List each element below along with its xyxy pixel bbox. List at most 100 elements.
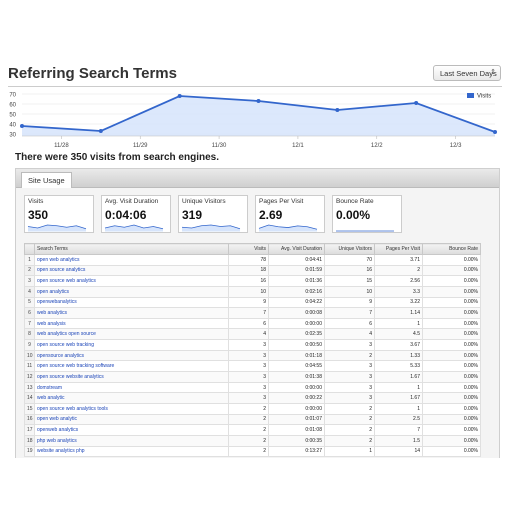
row-index: 10 [24, 349, 35, 362]
visits-cell: 3 [228, 360, 269, 373]
search-visits-summary: There were 350 visits from search engine… [15, 152, 219, 163]
unique-visitors-cell: 3 [324, 360, 375, 373]
table-row: 1 open web analytics 78 0:04:41 70 3.71 0.00% [24, 254, 481, 266]
visits-cell: 18 [228, 264, 269, 277]
metric-label: Unique Visitors [182, 198, 226, 205]
metric-value: 319 [182, 208, 203, 222]
pages-per-visit-cell: 1.67 [374, 371, 423, 383]
pages-per-visit-cell: 2.5 [374, 413, 423, 426]
column-header-bounce-rate[interactable]: Bounce Rate [422, 243, 481, 255]
unique-visitors-cell: 6 [324, 317, 375, 330]
search-term-link[interactable]: web analytic [37, 395, 65, 401]
search-term-link[interactable]: open source analytics [37, 267, 85, 273]
x-tick-label: 11/30 [212, 143, 227, 148]
metric-sparkline [336, 230, 394, 232]
avg-visit-duration-cell: 0:00:08 [268, 307, 325, 319]
pages-per-visit-cell: 1.5 [374, 434, 423, 447]
unique-visitors-cell: 3 [324, 371, 375, 383]
search-term-cell: open source web tracking [34, 339, 229, 351]
column-header-index [24, 243, 35, 255]
metric-visits[interactable]: Visits 350 [24, 195, 94, 233]
avg-visit-duration-cell: 0:01:18 [268, 349, 325, 362]
search-term-link[interactable]: open web analytics [37, 257, 80, 263]
search-term-link[interactable]: open analytics [37, 289, 69, 295]
search-term-cell: open source website analytics [34, 371, 229, 383]
pages-per-visit-cell: 7 [374, 424, 423, 436]
search-term-link[interactable]: php web analytics [37, 438, 77, 444]
avg-visit-duration-cell: 0:04:41 [268, 254, 325, 266]
unique-visitors-cell: 16 [324, 264, 375, 277]
pages-per-visit-cell: 1 [374, 381, 423, 394]
date-range-select[interactable]: Last Seven Days ⇕ [433, 65, 501, 81]
column-header-search-terms[interactable]: Search Terms [34, 243, 229, 255]
metric-label: Avg. Visit Duration [105, 198, 159, 205]
column-header-pages-per-visit[interactable]: Pages Per Visit [374, 243, 423, 255]
visits-cell: 7 [228, 307, 269, 319]
search-term-link[interactable]: web analysis [37, 321, 66, 327]
tab-site-usage[interactable]: Site Usage [21, 172, 72, 188]
column-header-avg-visit-duration[interactable]: Avg. Visit Duration [268, 243, 325, 255]
search-term-link[interactable]: open source website analytics [37, 374, 104, 380]
table-header-row: Search Terms Visits Avg. Visit Duration … [24, 243, 481, 255]
search-term-cell: open web analytics [34, 254, 229, 266]
metric-unique-visitors[interactable]: Unique Visitors 319 [178, 195, 248, 233]
bounce-rate-cell: 0.00% [422, 328, 481, 341]
metric-pages-per-visit[interactable]: Pages Per Visit 2.69 [255, 195, 325, 233]
search-terms-table: Search Terms Visits Avg. Visit Duration … [24, 243, 481, 458]
search-term-link[interactable]: domstream [37, 385, 62, 391]
bounce-rate-cell: 0.00% [422, 381, 481, 394]
search-term-cell: openwebanalytics [34, 296, 229, 309]
metric-sparkline [181, 224, 241, 232]
row-index: 15 [24, 402, 35, 415]
column-header-unique-visitors[interactable]: Unique Visitors [324, 243, 375, 255]
column-header-visits[interactable]: Visits [228, 243, 269, 255]
search-term-link[interactable]: openweb analytics [37, 427, 78, 433]
avg-visit-duration-cell: 0:04:22 [268, 296, 325, 309]
search-term-link[interactable]: open source web tracking software [37, 363, 114, 369]
search-term-link[interactable]: web analytics [37, 310, 67, 316]
search-term-cell: open source web analytics tools [34, 402, 229, 415]
table-row: 8 web analytics open source 4 0:02:35 4 4.5 0.… [24, 328, 481, 341]
avg-visit-duration-cell: 0:00:00 [268, 317, 325, 330]
avg-visit-duration-cell: 0:13:27 [268, 445, 325, 458]
table-row: 16 open web analytic 2 0:01:07 2 2.5 0.00% [24, 413, 481, 426]
search-term-link[interactable]: opensource analytics [37, 353, 84, 359]
avg-visit-duration-cell: 0:01:36 [268, 275, 325, 287]
search-term-link[interactable]: web analytics open source [37, 331, 96, 337]
search-term-link[interactable]: open source web tracking [37, 342, 94, 348]
visits-cell: 2 [228, 424, 269, 436]
bounce-rate-cell: 0.00% [422, 349, 481, 362]
unique-visitors-cell: 2 [324, 434, 375, 447]
sparkline-area [259, 225, 317, 232]
unique-visitors-cell: 2 [324, 349, 375, 362]
avg-visit-duration-cell: 0:00:22 [268, 392, 325, 404]
search-term-cell: open analytics [34, 285, 229, 298]
search-term-link[interactable]: open source web analytics [37, 278, 96, 284]
visits-data-point [414, 101, 419, 105]
search-term-cell: web analysis [34, 317, 229, 330]
bounce-rate-cell: 0.00% [422, 371, 481, 383]
bounce-rate-cell: 0.00% [422, 339, 481, 351]
table-row: 4 open analytics 10 0:02:16 10 3.3 0.00% [24, 285, 481, 298]
search-term-cell: openweb analytics [34, 424, 229, 436]
table-row: 11 open source web tracking software 3 0:04… [24, 360, 481, 373]
legend-label: Visits [477, 94, 491, 100]
search-term-link[interactable]: website analytics php [37, 448, 85, 454]
avg-visit-duration-cell: 0:00:00 [268, 402, 325, 415]
metric-sparkline [258, 224, 318, 232]
table-row: 13 domstream 3 0:00:00 3 1 0.00% [24, 381, 481, 394]
row-index: 14 [24, 392, 35, 404]
search-term-link[interactable]: open source web analytics tools [37, 406, 108, 412]
pages-per-visit-cell: 2 [374, 264, 423, 277]
visits-area-chart: 70 60 50 40 30 11/28 11/29 11/30 12/1 12/2 12/3 Vis… [9, 93, 497, 148]
row-index: 13 [24, 381, 35, 394]
pages-per-visit-cell: 3.71 [374, 254, 423, 266]
search-terms-table-body: 1 open web analytics 78 0:04:41 70 3.71 0.00% 2… [24, 254, 481, 458]
unique-visitors-cell: 7 [324, 307, 375, 319]
metric-bounce-rate[interactable]: Bounce Rate 0.00% [332, 195, 402, 233]
row-index: 17 [24, 424, 35, 436]
table-row: 6 web analytics 7 0:00:08 7 1.14 0.00% [24, 307, 481, 319]
search-term-link[interactable]: openwebanalytics [37, 299, 77, 305]
search-term-link[interactable]: open web analytic [37, 416, 77, 422]
metric-avg-visit-duration[interactable]: Avg. Visit Duration 0:04:06 [101, 195, 171, 233]
